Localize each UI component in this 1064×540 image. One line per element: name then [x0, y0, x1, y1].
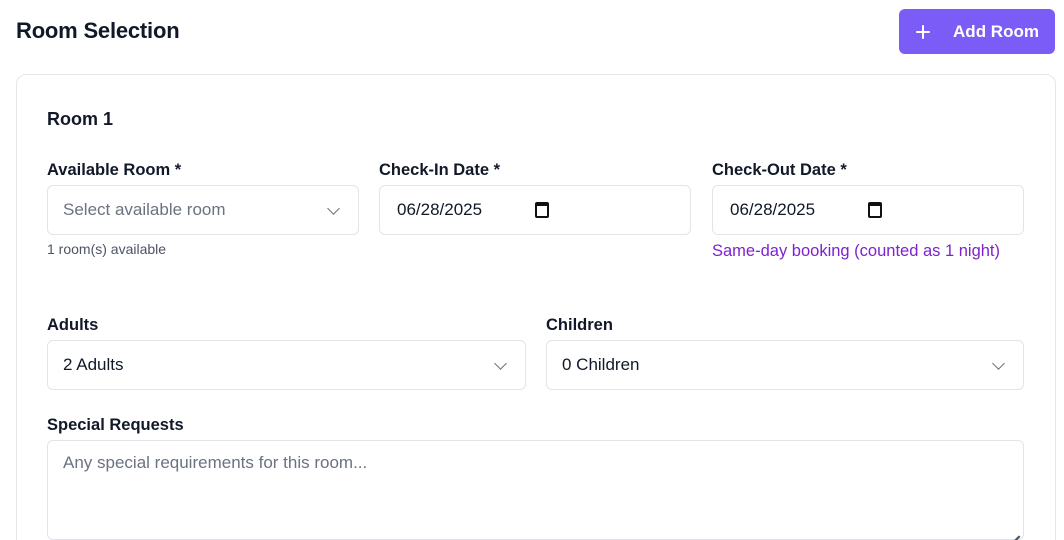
resize-handle-icon[interactable] — [1010, 526, 1020, 536]
adults-value: 2 Adults — [63, 355, 124, 374]
room-title: Room 1 — [47, 109, 114, 129]
chevron-down-icon — [494, 357, 507, 370]
special-requests-label: Special Requests — [47, 416, 184, 434]
same-day-note: Same-day booking (counted as 1 night) — [712, 242, 1001, 260]
plus-icon — [915, 24, 931, 40]
available-room-label: Available Room * — [47, 161, 182, 179]
adults-label: Adults — [47, 316, 99, 334]
check-out-value: 06/28/2025 — [730, 200, 816, 219]
special-requests-textarea[interactable]: Any special requirements for this room..… — [47, 440, 1024, 540]
chevron-down-icon — [992, 357, 1005, 370]
children-select[interactable]: 0 Children — [546, 340, 1024, 390]
special-requests-placeholder: Any special requirements for this room..… — [63, 453, 368, 472]
available-room-placeholder: Select available room — [63, 200, 226, 219]
check-in-label: Check-In Date * — [379, 161, 501, 179]
add-room-label: Add Room — [953, 21, 1039, 41]
chevron-down-icon — [327, 202, 340, 215]
add-room-button[interactable]: Add Room — [899, 9, 1055, 54]
check-in-value: 06/28/2025 — [397, 200, 483, 219]
available-room-hint: 1 room(s) available — [47, 241, 167, 257]
children-label: Children — [546, 316, 613, 334]
check-in-date-input[interactable]: 06/28/2025 — [379, 185, 691, 235]
check-out-date-input[interactable]: 06/28/2025 — [712, 185, 1024, 235]
adults-select[interactable]: 2 Adults — [47, 340, 526, 390]
check-out-label: Check-Out Date * — [712, 161, 847, 179]
page-title: Room Selection — [16, 18, 180, 43]
calendar-icon[interactable] — [868, 202, 882, 218]
available-room-select[interactable]: Select available room — [47, 185, 359, 235]
children-value: 0 Children — [562, 355, 640, 374]
calendar-icon[interactable] — [535, 202, 549, 218]
